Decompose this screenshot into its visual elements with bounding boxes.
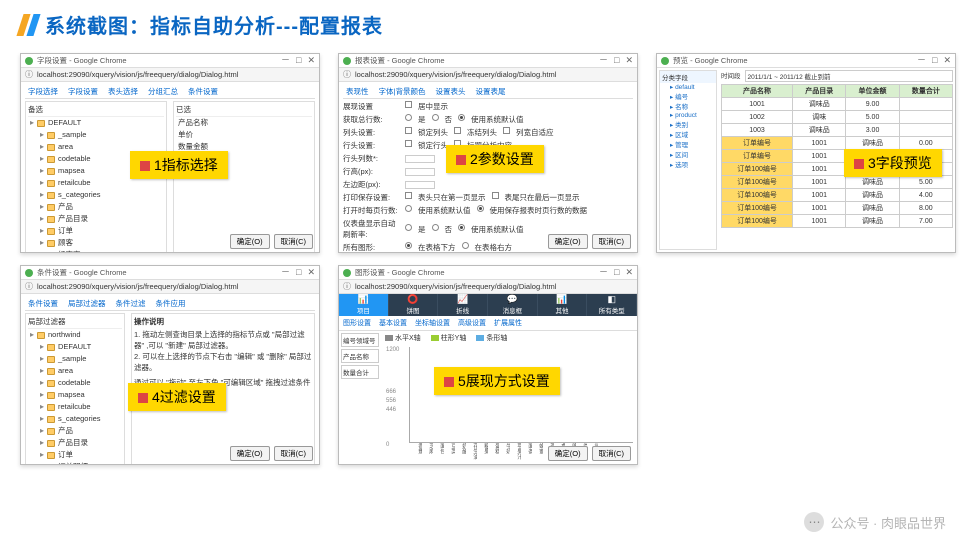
panel-grid: 字段设置 - Google Chrome － □ ✕ ⓘ localhost:290… <box>0 45 960 465</box>
tabs[interactable]: 表现性字体|背景颜色设置表头设置表尾 <box>343 85 633 99</box>
callout-5: 5展现方式设置 <box>434 367 560 395</box>
chart-type-button[interactable]: 📈折线 <box>438 294 488 316</box>
min-icon: － <box>281 56 290 65</box>
ok-button[interactable]: 确定(O) <box>548 446 588 461</box>
tab: 字段设置 <box>65 85 101 98</box>
selected-list[interactable]: 产品名称单价数量金额 <box>176 117 312 153</box>
cancel-button[interactable]: 取消(C) <box>592 234 631 249</box>
window-controls[interactable]: －□✕ <box>599 56 633 65</box>
callout-1: 1指标选择 <box>130 151 228 179</box>
title-stripe-icon <box>20 14 37 36</box>
tab: 表头选择 <box>105 85 141 98</box>
tabs[interactable]: 条件设置局部过滤器条件过滤条件应用 <box>25 297 315 311</box>
window-title: 预览 - Google Chrome <box>673 55 913 66</box>
tab: 条件设置 <box>185 85 221 98</box>
titlebar: 字段设置 - Google Chrome － □ ✕ <box>21 54 319 68</box>
chart-type-button[interactable]: 📊项目 <box>339 294 389 316</box>
window-title: 图形设置 - Google Chrome <box>355 267 595 278</box>
max-icon: □ <box>296 56 301 65</box>
slide-title: 系统截图：指标自助分析---配置报表 <box>45 10 383 39</box>
panel-4: 条件设置 - Google Chrome－□✕ ⓘlocalhost:29090… <box>20 265 320 465</box>
sidebar-head: 分类字段 <box>660 71 716 83</box>
wechat-icon: ⋯ <box>804 512 824 532</box>
cancel-button[interactable]: 取消(C) <box>274 446 313 461</box>
chart-type-toolbar[interactable]: 📊项目⭕饼图📈折线💬消息框📊其他◧所有类型 <box>339 294 637 316</box>
close-icon: ✕ <box>307 56 315 65</box>
tab: 字段选择 <box>25 85 61 98</box>
chart-type-button[interactable]: 💬消息框 <box>488 294 538 316</box>
chart-field-list[interactable]: 编号领域号 产品名称 数量合计 <box>339 331 381 464</box>
cancel-button[interactable]: 取消(C) <box>592 446 631 461</box>
slide-title-bar: 系统截图：指标自助分析---配置报表 <box>0 0 960 45</box>
chart-type-button[interactable]: ⭕饼图 <box>389 294 439 316</box>
window-controls[interactable]: － □ ✕ <box>281 56 315 65</box>
callout-3: 3字段预览 <box>844 149 942 177</box>
col-head: 备选 <box>28 104 164 117</box>
chrome-icon <box>343 57 351 65</box>
address-bar: ⓘ localhost:29090/xquery/vision/js/freeq… <box>21 68 319 82</box>
panel-1: 字段设置 - Google Chrome － □ ✕ ⓘ localhost:290… <box>20 53 320 253</box>
credit-label: 公众号 · 肉眼品世界 <box>830 513 946 532</box>
col-head: 已选 <box>176 104 312 117</box>
url: localhost:29090/xquery/vision/js/freeque… <box>355 70 633 79</box>
available-tree[interactable]: DEFAULT _sample area codetable mapsea re… <box>28 117 164 252</box>
filter-tree[interactable]: northwind DEFAULT _sample area codetable… <box>28 329 122 464</box>
window-title: 报表设置 - Google Chrome <box>355 55 595 66</box>
chart-canvas: 04465566661200 <box>409 347 633 443</box>
lock-icon: ⓘ <box>343 69 351 80</box>
url: localhost:29090/xquery/vision/js/freeque… <box>37 70 315 79</box>
window-chart: 图形设置 - Google Chrome－□✕ ⓘlocalhost:29090… <box>338 265 638 465</box>
panel-3: 预览 - Google Chrome－□✕ 分类字段 ▸ default▸ 编号… <box>656 53 956 253</box>
panel-5: 图形设置 - Google Chrome－□✕ ⓘlocalhost:29090… <box>338 265 638 465</box>
chrome-icon <box>25 57 33 65</box>
window-title: 字段设置 - Google Chrome <box>37 55 277 66</box>
tabs[interactable]: 字段选择 字段设置 表头选择 分组汇总 条件设置 <box>25 85 315 99</box>
window-filter: 条件设置 - Google Chrome－□✕ ⓘlocalhost:29090… <box>20 265 320 465</box>
cancel-button[interactable]: 取消(C) <box>274 234 313 249</box>
callout-4: 4过滤设置 <box>128 383 226 411</box>
filter-tree-col: 局部过滤器 northwind DEFAULT _sample area cod… <box>25 313 125 464</box>
preview-sidebar[interactable]: 分类字段 ▸ default▸ 编号▸ 名称▸ product▸ 类别▸ 区域▸… <box>659 70 717 250</box>
ok-button[interactable]: 确定(O) <box>230 446 270 461</box>
filter-input[interactable]: 2011/1/1 ~ 2011/12 截止到前 <box>745 70 954 82</box>
chart-legend: 水平X轴 柱形Y轴 条形轴 <box>381 331 637 345</box>
chart-type-button[interactable]: 📊其他 <box>538 294 588 316</box>
param-form: 展现设置 居中显示获取总行数:是 否 使用系统默认值列头设置:锁定列头 冻结列头… <box>343 101 633 252</box>
panel-2: 报表设置 - Google Chrome －□✕ ⓘ localhost:29090… <box>338 53 638 253</box>
ok-button[interactable]: 确定(O) <box>230 234 270 249</box>
dialog-footer: 确定(O) 取消(C) <box>230 234 313 249</box>
callout-marker-icon <box>140 161 150 171</box>
chart-type-button[interactable]: ◧所有类型 <box>587 294 637 316</box>
window-title: 条件设置 - Google Chrome <box>37 267 277 278</box>
tab: 分组汇总 <box>145 85 181 98</box>
preview-filter[interactable]: 时间段 2011/1/1 ~ 2011/12 截止到前 <box>721 70 953 82</box>
chart-subtabs[interactable]: 图形设置基本设置坐标轴设置高级设置扩展属性 <box>339 316 637 331</box>
footer-credit: ⋯ 公众号 · 肉眼品世界 <box>804 512 946 532</box>
lock-icon: ⓘ <box>25 69 33 80</box>
ok-button[interactable]: 确定(O) <box>548 234 588 249</box>
callout-2: 2参数设置 <box>446 145 544 173</box>
